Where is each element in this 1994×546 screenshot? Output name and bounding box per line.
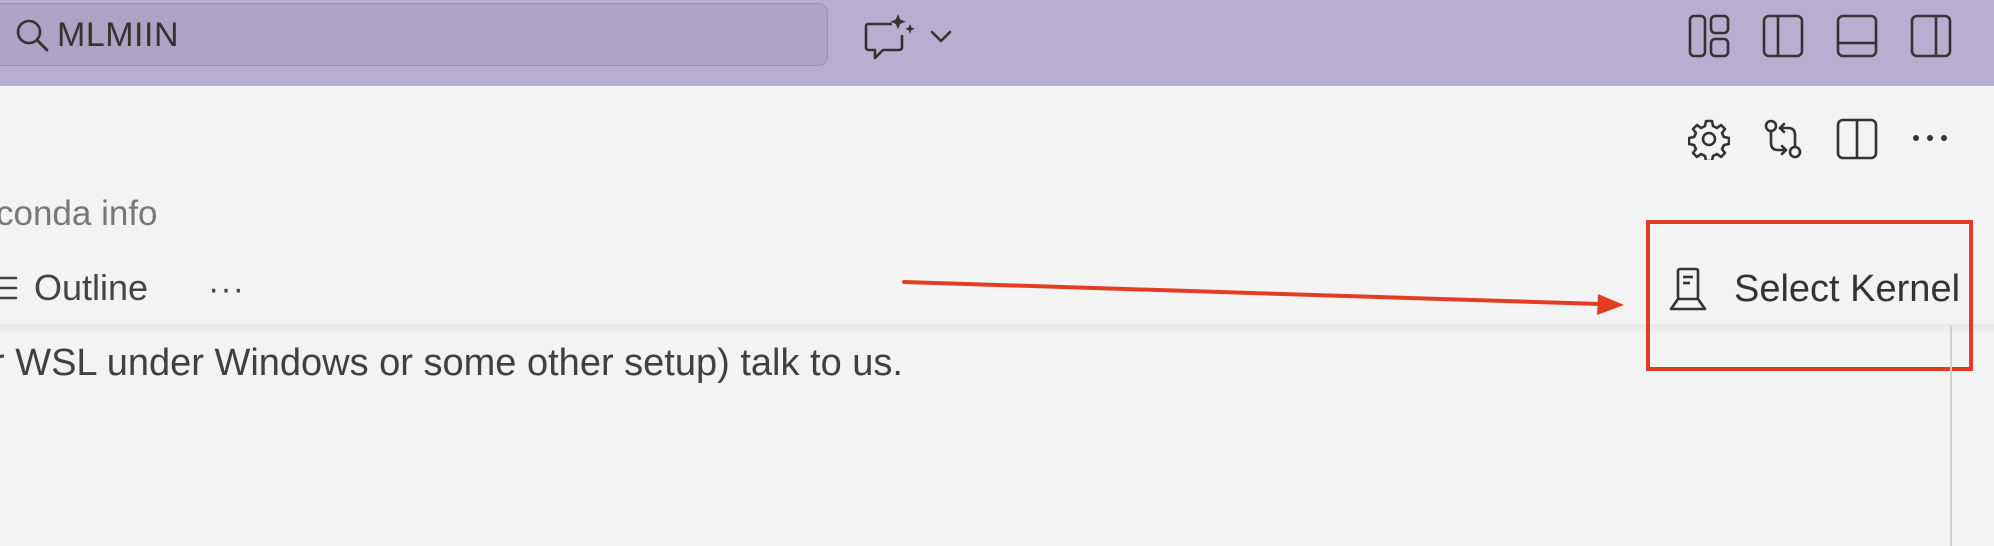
search-input-value: MLMIIN bbox=[57, 16, 179, 54]
annotation-arrow-icon bbox=[902, 280, 1624, 315]
list-icon bbox=[0, 276, 18, 300]
chat-sparkle-icon bbox=[864, 14, 915, 60]
outline-button[interactable]: Outline bbox=[0, 258, 148, 318]
breadcrumb[interactable]: conda info bbox=[0, 194, 158, 234]
split-editor-icon[interactable] bbox=[1836, 118, 1878, 160]
toggle-primary-sidebar-icon[interactable] bbox=[1762, 14, 1804, 58]
search-icon bbox=[16, 19, 49, 52]
notebook-more-button[interactable]: ··· bbox=[208, 270, 245, 309]
command-center-search[interactable]: MLMIIN bbox=[0, 3, 828, 66]
markdown-cell-text: r WSL under Windows or some other setup)… bbox=[0, 342, 903, 384]
gear-icon[interactable] bbox=[1688, 118, 1730, 160]
cell-edge-divider bbox=[1950, 326, 1952, 546]
more-actions-icon[interactable] bbox=[1910, 128, 1950, 148]
chevron-down-icon bbox=[930, 30, 952, 43]
compare-changes-icon[interactable] bbox=[1762, 118, 1804, 160]
annotation-highlight-box bbox=[1646, 220, 1973, 371]
outline-label: Outline bbox=[34, 267, 149, 308]
toggle-panel-icon[interactable] bbox=[1836, 14, 1878, 58]
toggle-secondary-sidebar-icon[interactable] bbox=[1910, 14, 1952, 58]
chat-button[interactable] bbox=[862, 10, 958, 62]
customize-layout-icon[interactable] bbox=[1688, 14, 1730, 58]
title-bar: MLMIIN bbox=[0, 0, 1994, 86]
